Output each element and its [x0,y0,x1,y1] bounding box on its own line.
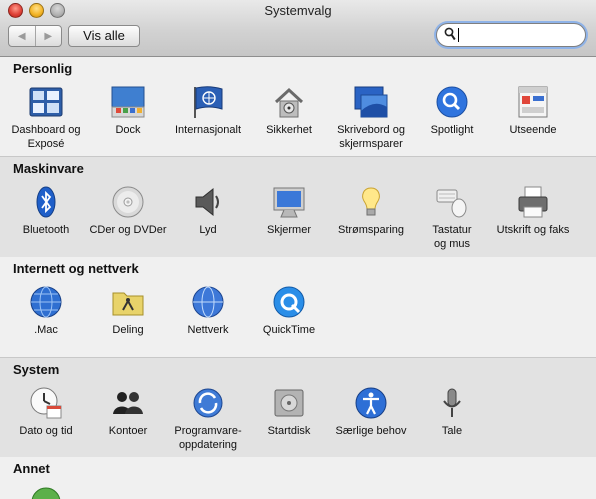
pref-dashboard-expose[interactable]: Dashboard og Exposé [3,85,89,151]
pref-displays[interactable]: Skjermer [246,185,332,237]
show-all-button[interactable]: Vis alle [68,25,140,47]
speech-microphone-icon [443,388,461,417]
pref-label: Dock [115,124,141,136]
pref-label: Deling [112,324,144,336]
pref-label: Dashboard og Exposé [11,124,81,150]
pref-label: Tastatur og mus [432,224,472,250]
back-button[interactable]: ◀ [9,26,35,46]
section-title: Annet [13,461,50,476]
section-title: Internett og nettverk [13,261,139,276]
search-field[interactable] [436,23,586,47]
pref-keyboard-mouse[interactable]: Tastatur og mus [409,185,495,251]
universal-access-icon [355,387,387,419]
dock-icon [111,86,145,118]
section-title: Maskinvare [13,161,84,176]
pref-universal-access[interactable]: Særlige behov [328,386,414,438]
speaker-icon [195,187,219,217]
pref-startup-disk[interactable]: Startdisk [246,386,332,438]
toolbar: Systemvalg ◀ ▶ Vis alle [0,0,596,57]
forward-arrow-icon: ▶ [44,30,53,42]
pref-energy-saver[interactable]: Strømsparing [328,185,414,237]
display-icon [273,187,305,218]
pref-desktop-screensaver[interactable]: Skrivebord og skjermsparer [328,85,414,151]
pref-label: Dato og tid [19,425,73,437]
section-internett-og-nettverk: Internett og nettverk .Mac Deling Nettve… [0,257,596,357]
pref-label: CDer og DVDer [89,224,167,236]
pref-cd-dvd[interactable]: CDer og DVDer [85,185,171,237]
pref-label: Utskrift og faks [496,224,570,236]
pref-label: QuickTime [262,324,316,336]
dotmac-globe-icon [30,286,62,318]
section-annet: Annet [0,457,596,499]
section-title: Personlig [13,61,73,76]
pref-label: Startdisk [267,425,311,437]
pref-label: Bluetooth [22,224,70,236]
back-arrow-icon: ◀ [17,30,26,42]
pref-sound[interactable]: Lyd [165,185,251,237]
dashboard-expose-icon [29,87,63,117]
pref-software-update[interactable]: Programvare- oppdatering [165,386,251,452]
pref-spotlight[interactable]: Spotlight [409,85,495,137]
pref-speech[interactable]: Tale [409,386,495,438]
lightbulb-icon [362,187,380,216]
pref-label: Sikkerhet [266,124,312,136]
section-title: System [13,362,60,377]
preferences-pane-grid: Personlig Dashboard og Exposé Dock Inter… [0,57,596,499]
quicktime-icon [273,286,305,318]
desktop-screensaver-icon [354,86,388,118]
pref-label: Internasjonalt [174,124,242,136]
text-caret [458,28,459,42]
pref-appearance[interactable]: Utseende [490,85,576,137]
pref-accounts[interactable]: Kontoer [85,386,171,438]
international-flag-icon [194,86,223,118]
section-system: System Dato og tid Kontoer Programvare- … [0,357,596,459]
pref-quicktime[interactable]: QuickTime [246,285,332,337]
pref-sharing[interactable]: Deling [85,285,171,337]
startup-disk-icon [274,389,304,417]
pref-label: Skjermer [266,224,311,236]
forward-button[interactable]: ▶ [34,26,62,46]
spotlight-icon [436,86,468,118]
pref-print-fax[interactable]: Utskrift og faks [490,185,576,237]
pref-label: Spotlight [430,124,474,136]
sharing-folder-icon [112,292,144,316]
pref-other-partial[interactable] [3,485,89,499]
pref-security[interactable]: Sikkerhet [246,85,332,137]
pref-label: .Mac [34,324,58,336]
pref-date-time[interactable]: Dato og tid [3,386,89,438]
network-globe-icon [192,286,224,318]
pref-network[interactable]: Nettverk [165,285,251,337]
pref-label: Særlige behov [335,425,407,437]
pref-label: Programvare- oppdatering [174,425,242,451]
system-preferences-window: Systemvalg ◀ ▶ Vis alle Personlig Dashbo… [0,0,596,499]
pref-dotmac[interactable]: .Mac [3,285,89,337]
security-house-icon [274,87,304,118]
accounts-icon [113,392,143,414]
pref-label: Lyd [199,224,217,236]
pref-label: Skrivebord og skjermsparer [337,124,405,150]
window-title: Systemvalg [264,3,332,18]
date-time-icon [30,387,62,419]
pref-label: Tale [441,425,463,437]
pref-label: Nettverk [187,324,229,336]
pref-label: Kontoer [108,425,148,437]
software-update-icon [193,388,223,418]
cd-dvd-icon [112,186,144,218]
printer-icon [518,186,548,218]
bluetooth-icon [36,186,56,218]
pref-international[interactable]: Internasjonalt [165,85,251,137]
section-maskinvare: Maskinvare Bluetooth CDer og DVDer Lyd S… [0,156,596,258]
pref-label: Strømsparing [337,224,405,236]
appearance-icon [518,86,548,118]
pref-dock[interactable]: Dock [85,85,171,137]
search-icon [444,27,456,41]
pref-bluetooth[interactable]: Bluetooth [3,185,89,237]
pref-label: Utseende [509,124,557,136]
keyboard-mouse-icon [436,189,467,218]
back-forward-control: ◀ ▶ [8,25,62,47]
section-personlig: Personlig Dashboard og Exposé Dock Inter… [0,57,596,156]
green-sphere-icon [31,487,61,499]
